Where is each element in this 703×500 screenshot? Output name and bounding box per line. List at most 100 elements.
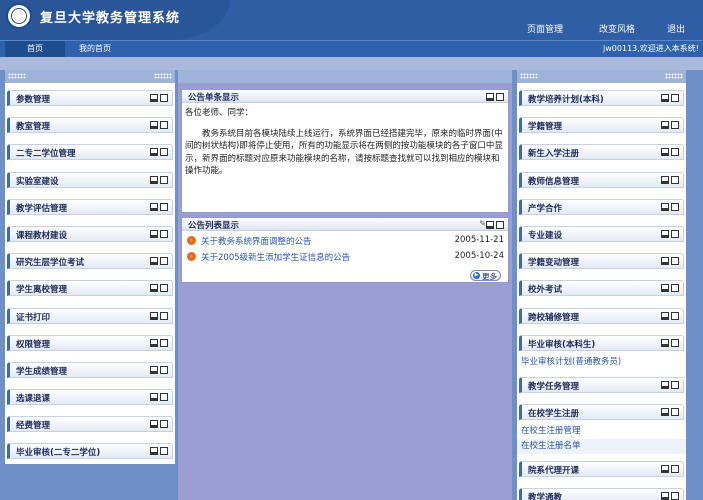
- minimize-icon[interactable]: [661, 465, 669, 474]
- minimize-icon[interactable]: [150, 338, 158, 347]
- maximize-icon[interactable]: [671, 202, 679, 211]
- minimize-icon[interactable]: [150, 257, 158, 266]
- maximize-icon[interactable]: [671, 257, 679, 266]
- minimize-icon[interactable]: [150, 284, 158, 293]
- module-header[interactable]: 教室管理: [7, 117, 173, 134]
- minimize-icon[interactable]: [661, 492, 669, 500]
- module-title[interactable]: 选课退课: [16, 392, 50, 404]
- minimize-icon[interactable]: [661, 380, 669, 389]
- minimize-icon[interactable]: [150, 229, 158, 238]
- maximize-icon[interactable]: [671, 408, 679, 417]
- minimize-icon[interactable]: [150, 365, 158, 374]
- minimize-icon[interactable]: [661, 148, 669, 157]
- module-title[interactable]: 教学评估管理: [16, 202, 67, 214]
- change-style-link[interactable]: 改变风格: [599, 22, 635, 35]
- minimize-icon[interactable]: [661, 94, 669, 102]
- module-header[interactable]: 二专二学位管理: [7, 144, 173, 161]
- maximize-icon[interactable]: [160, 284, 168, 293]
- module-header[interactable]: 学籍变动管理: [519, 253, 684, 270]
- maximize-icon[interactable]: [671, 148, 679, 157]
- logout-link[interactable]: 退出: [667, 22, 685, 35]
- more-button[interactable]: ▶ 更多: [470, 270, 501, 281]
- maximize-icon[interactable]: [160, 257, 168, 266]
- module-header[interactable]: 教学评估管理: [7, 198, 173, 215]
- module-title[interactable]: 实验室建设: [16, 175, 59, 187]
- minimize-icon[interactable]: [661, 121, 669, 130]
- minimize-icon[interactable]: [486, 93, 494, 101]
- module-title[interactable]: 校外考试: [528, 283, 562, 295]
- module-title[interactable]: 研究生层学位考试: [16, 256, 84, 268]
- maximize-icon[interactable]: [160, 365, 168, 374]
- module-link[interactable]: 在校生注册名单: [517, 439, 686, 455]
- module-title[interactable]: 教学培养计划(本科): [528, 93, 604, 105]
- maximize-icon[interactable]: [160, 338, 168, 347]
- minimize-icon[interactable]: [150, 148, 158, 157]
- maximize-icon[interactable]: [671, 338, 679, 347]
- module-header[interactable]: 毕业审核(二专二学位): [7, 443, 173, 460]
- module-title[interactable]: 教师信息管理: [528, 175, 579, 187]
- module-header[interactable]: 产学合作: [519, 198, 684, 215]
- module-header[interactable]: 学生离校管理: [7, 280, 173, 297]
- maximize-icon[interactable]: [496, 221, 504, 229]
- maximize-icon[interactable]: [671, 380, 679, 389]
- module-title[interactable]: 经费管理: [16, 419, 50, 431]
- maximize-icon[interactable]: [496, 93, 504, 101]
- maximize-icon[interactable]: [160, 420, 168, 429]
- module-header[interactable]: 参数管理: [7, 90, 173, 106]
- module-link[interactable]: 在校生注册管理: [517, 424, 686, 440]
- module-header[interactable]: 研究生层学位考试: [7, 253, 173, 270]
- minimize-icon[interactable]: [150, 121, 158, 130]
- module-title[interactable]: 院系代理开课: [528, 464, 579, 476]
- minimize-icon[interactable]: [661, 202, 669, 211]
- module-title[interactable]: 毕业审核(本科生): [528, 338, 595, 350]
- maximize-icon[interactable]: [671, 465, 679, 474]
- minimize-icon[interactable]: [661, 311, 669, 320]
- maximize-icon[interactable]: [160, 311, 168, 320]
- minimize-icon[interactable]: [486, 221, 494, 229]
- tab-my-home[interactable]: 我的首页: [68, 41, 122, 57]
- maximize-icon[interactable]: [671, 311, 679, 320]
- minimize-icon[interactable]: [661, 175, 669, 184]
- left-column-handle[interactable]: [5, 70, 175, 83]
- module-header[interactable]: 实验室建设: [7, 171, 173, 188]
- module-header[interactable]: 在校学生注册: [519, 404, 684, 421]
- minimize-icon[interactable]: [150, 447, 158, 456]
- minimize-icon[interactable]: [150, 393, 158, 402]
- module-title[interactable]: 证书打印: [16, 311, 50, 323]
- module-title[interactable]: 新生入学注册: [528, 147, 579, 159]
- module-header[interactable]: 证书打印: [7, 307, 173, 324]
- minimize-icon[interactable]: [150, 94, 158, 102]
- module-header[interactable]: 教学任务管理: [519, 376, 684, 393]
- announcement-item[interactable]: › 关于教务系统界面调整的公告 2005-11-21: [182, 234, 508, 249]
- maximize-icon[interactable]: [671, 94, 679, 102]
- tab-home[interactable]: 首页: [5, 41, 65, 57]
- maximize-icon[interactable]: [671, 492, 679, 500]
- maximize-icon[interactable]: [671, 284, 679, 293]
- module-header[interactable]: 学籍管理: [519, 117, 684, 134]
- module-header[interactable]: 权限管理: [7, 334, 173, 351]
- minimize-icon[interactable]: [661, 284, 669, 293]
- module-header[interactable]: 院系代理开课: [519, 461, 684, 478]
- module-title[interactable]: 教学通教: [528, 491, 562, 500]
- module-header[interactable]: 教学通教: [519, 488, 684, 500]
- maximize-icon[interactable]: [160, 229, 168, 238]
- module-header[interactable]: 选课退课: [7, 389, 173, 406]
- module-title[interactable]: 课程教材建设: [16, 229, 67, 241]
- module-header[interactable]: 教学培养计划(本科): [519, 90, 684, 106]
- module-header[interactable]: 教师信息管理: [519, 171, 684, 188]
- module-title[interactable]: 学生离校管理: [16, 283, 67, 295]
- maximize-icon[interactable]: [160, 94, 168, 102]
- module-header[interactable]: 毕业审核(本科生): [519, 334, 684, 351]
- center-column-handle[interactable]: [178, 70, 512, 83]
- minimize-icon[interactable]: [661, 257, 669, 266]
- module-title[interactable]: 参数管理: [16, 93, 50, 105]
- module-title[interactable]: 教室管理: [16, 120, 50, 132]
- module-title[interactable]: 学生成绩管理: [16, 365, 67, 377]
- maximize-icon[interactable]: [160, 175, 168, 184]
- minimize-icon[interactable]: [150, 311, 158, 320]
- minimize-icon[interactable]: [150, 202, 158, 211]
- module-title[interactable]: 在校学生注册: [528, 407, 579, 419]
- maximize-icon[interactable]: [160, 202, 168, 211]
- announcement-item[interactable]: › 关于2005级新生添加学生证信息的公告 2005-10-24: [182, 250, 508, 265]
- page-manage-link[interactable]: 页面管理: [527, 22, 563, 35]
